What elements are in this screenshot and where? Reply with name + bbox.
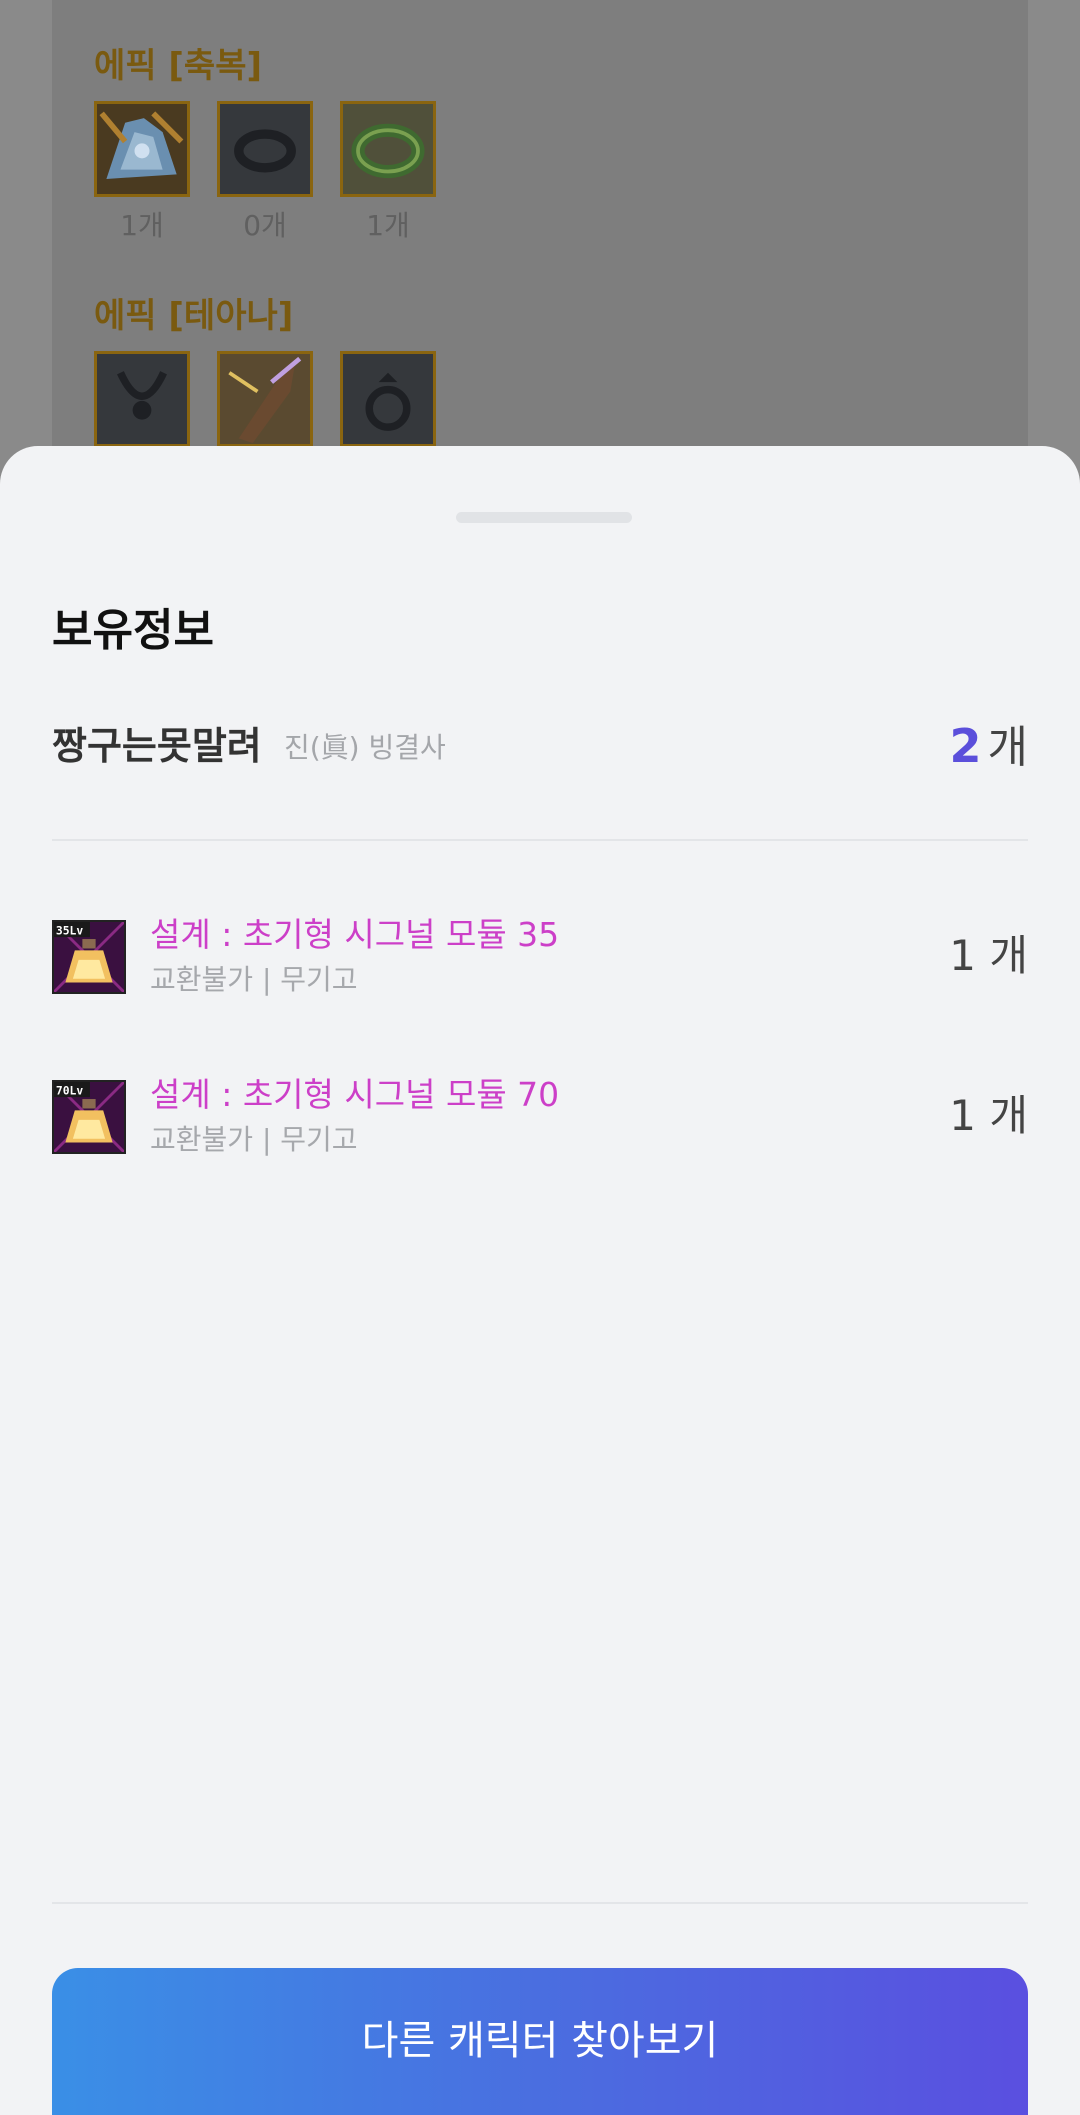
blueprint-potion-icon: 70Lv — [52, 1080, 126, 1154]
item-quantity: 1 개 — [949, 1091, 1028, 1140]
sheet-drag-handle[interactable] — [456, 512, 632, 523]
item-level-label: 35Lv — [56, 923, 83, 937]
total-count-number: 2 — [949, 719, 982, 773]
epic-teana-title: 에픽 [테아나] — [94, 296, 294, 336]
bracelet-count: 0개 — [243, 209, 287, 242]
epic-armor-icon — [94, 101, 190, 197]
character-row: 짱구는못말려 진(眞) 빙결사 2개 — [52, 716, 1028, 776]
character-class: 진(眞) 빙결사 — [284, 731, 446, 764]
blueprint-potion-icon: 35Lv — [52, 920, 126, 994]
epic-blessing-title: 에픽 [축복] — [94, 46, 263, 86]
ring-icon — [340, 351, 436, 447]
item-name[interactable]: 설계 : 초기형 시그널 모듈 70 — [150, 1072, 559, 1118]
item-tradeability: 교환불가 | 무기고 — [150, 1123, 358, 1156]
item-level-label: 70Lv — [56, 1083, 83, 1097]
divider — [52, 1902, 1028, 1904]
character-total-count: 2개 — [950, 716, 1029, 787]
green-ring-count: 1개 — [366, 209, 410, 242]
character-name: 짱구는못말려 — [52, 724, 262, 768]
holdings-bottom-sheet: 보유정보 짱구는못말려 진(眞) 빙결사 2개 35Lv 설계 : 초기형 시그… — [0, 446, 1080, 2115]
epic-armor-count: 1개 — [120, 209, 164, 242]
bracelet-icon — [217, 101, 313, 197]
green-ring-icon — [340, 101, 436, 197]
sheet-title: 보유정보 — [52, 605, 214, 656]
item-quantity: 1 개 — [949, 931, 1028, 980]
list-item: 35Lv 설계 : 초기형 시그널 모듈 35 교환불가 | 무기고 1 개 — [52, 915, 1028, 996]
item-name[interactable]: 설계 : 초기형 시그널 모듈 35 — [150, 912, 559, 958]
divider — [52, 839, 1028, 841]
epic-weapon-icon — [217, 351, 313, 447]
total-count-unit: 개 — [987, 722, 1028, 773]
item-tradeability: 교환불가 | 무기고 — [150, 963, 358, 996]
necklace-icon — [94, 351, 190, 447]
find-other-character-button[interactable]: 다른 캐릭터 찾아보기 — [52, 1968, 1028, 2115]
list-item: 70Lv 설계 : 초기형 시그널 모듈 70 교환불가 | 무기고 1 개 — [52, 1075, 1028, 1156]
